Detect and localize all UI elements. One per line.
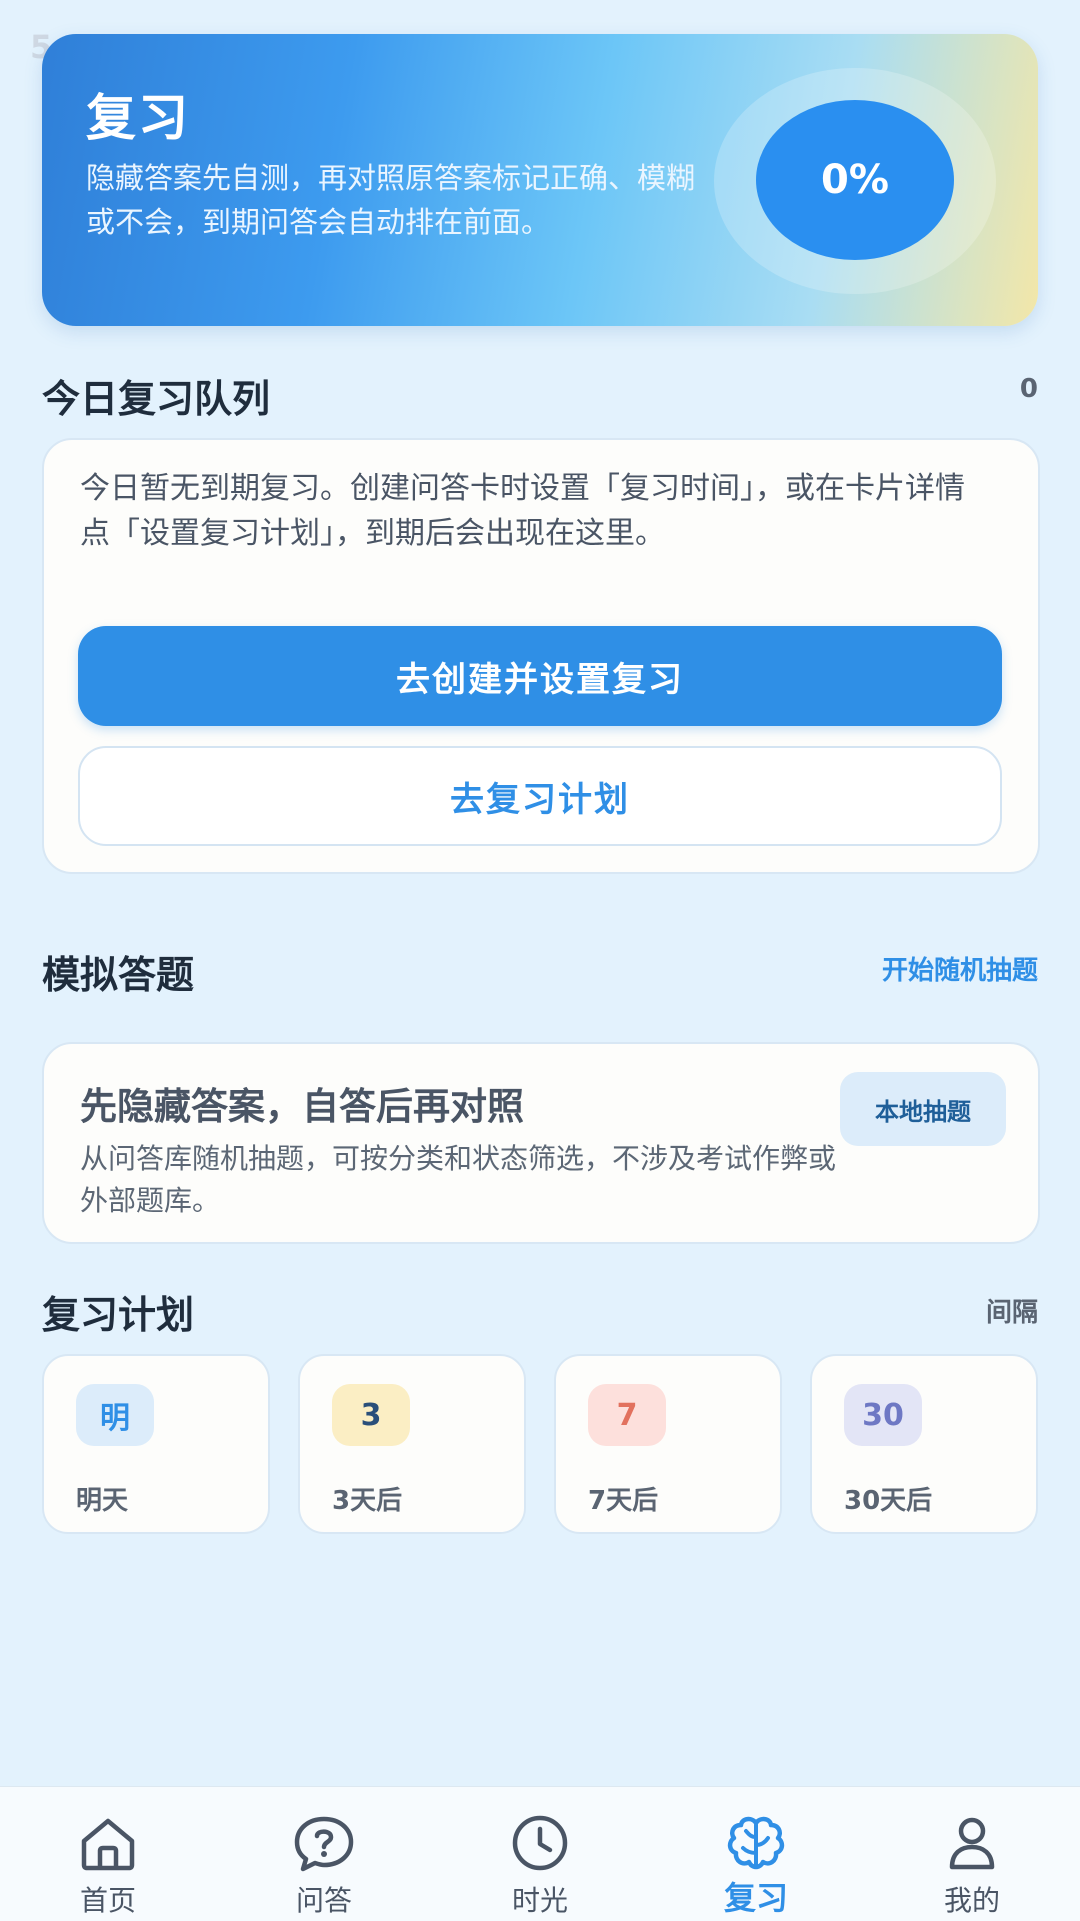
mock-section-title: 模拟答题 xyxy=(42,953,195,997)
plan-label: 明天 xyxy=(76,1486,129,1516)
start-random-button[interactable]: 开始随机抽题 xyxy=(882,950,1038,987)
nav-review[interactable]: 复习 xyxy=(648,1787,864,1921)
plan-label: 7天后 xyxy=(588,1486,659,1516)
clock-icon xyxy=(512,1815,568,1871)
local-draw-button[interactable]: 本地抽题 xyxy=(840,1072,1006,1146)
nav-qa[interactable]: 问答 xyxy=(216,1787,432,1921)
plan-card-7days[interactable]: 7 7天后 xyxy=(554,1354,782,1534)
brain-icon xyxy=(727,1816,785,1870)
nav-home[interactable]: 首页 xyxy=(0,1787,216,1921)
home-icon xyxy=(81,1818,135,1871)
plan-badge: 3 xyxy=(332,1384,410,1446)
progress-circle: 0% xyxy=(756,100,954,260)
review-hero-banner: 复习 隐藏答案先自测，再对照原答案标记正确、模糊或不会，到期问答会自动排在前面。… xyxy=(42,34,1038,326)
plan-badge: 30 xyxy=(844,1384,922,1446)
nav-time[interactable]: 时光 xyxy=(432,1787,648,1921)
progress-value: 0% xyxy=(821,157,889,203)
queue-card: 今日暂无到期复习。创建问答卡时设置「复习时间」，或在卡片详情点「设置复习计划」，… xyxy=(42,438,1040,874)
mock-card[interactable]: 先隐藏答案，自答后再对照 从问答库随机抽题，可按分类和状态筛选，不涉及考试作弊或… xyxy=(42,1042,1040,1244)
plan-card-3days[interactable]: 3 3天后 xyxy=(298,1354,526,1534)
user-icon xyxy=(949,1817,995,1870)
bottom-nav: 首页 问答 时光 复习 我的 xyxy=(0,1786,1080,1921)
queue-count: 0 xyxy=(1019,374,1038,404)
plan-card-30days[interactable]: 30 30天后 xyxy=(810,1354,1038,1534)
plan-label: 30天后 xyxy=(844,1486,933,1516)
nav-label: 首页 xyxy=(79,1884,136,1917)
mock-card-description: 从问答库随机抽题，可按分类和状态筛选，不涉及考试作弊或外部题库。 xyxy=(80,1142,837,1217)
queue-section-title: 今日复习队列 xyxy=(42,377,271,421)
plan-card-tomorrow[interactable]: 明 明天 xyxy=(42,1354,270,1534)
nav-mine[interactable]: 我的 xyxy=(864,1787,1080,1921)
nav-label: 复习 xyxy=(723,1879,788,1917)
plan-badge: 明 xyxy=(76,1384,154,1446)
plan-label: 3天后 xyxy=(332,1486,403,1516)
plan-badge: 7 xyxy=(588,1384,666,1446)
hero-title: 复习 xyxy=(86,89,190,147)
queue-empty-text: 今日暂无到期复习。创建问答卡时设置「复习时间」，或在卡片详情点「设置复习计划」，… xyxy=(80,471,965,551)
hero-description: 隐藏答案先自测，再对照原答案标记正确、模糊或不会，到期问答会自动排在前面。 xyxy=(86,161,696,239)
plan-section-title: 复习计划 xyxy=(42,1293,195,1337)
mock-card-title: 先隐藏答案，自答后再对照 xyxy=(80,1085,524,1128)
nav-label: 时光 xyxy=(511,1884,568,1917)
review-plan-button[interactable]: 去复习计划 xyxy=(78,746,1002,846)
create-review-button[interactable]: 去创建并设置复习 xyxy=(78,626,1002,726)
nav-label: 问答 xyxy=(295,1884,352,1917)
question-bubble-icon xyxy=(294,1816,354,1872)
nav-label: 我的 xyxy=(943,1884,1000,1917)
interval-label: 间隔 xyxy=(985,1298,1038,1328)
